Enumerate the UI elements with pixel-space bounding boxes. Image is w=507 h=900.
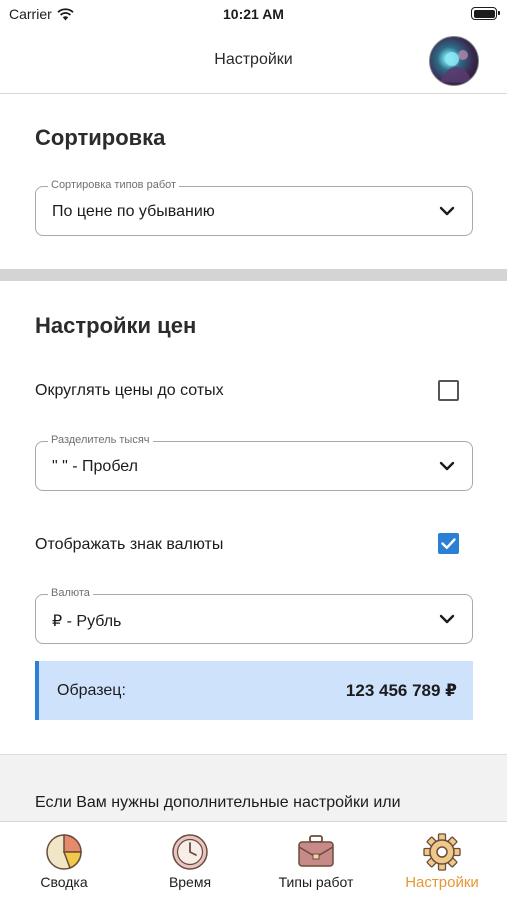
sorting-select[interactable]: Сортировка типов работ По цене по убыван…	[35, 179, 473, 236]
round-prices-checkbox[interactable]	[438, 380, 459, 401]
tab-work-types-label: Типы работ	[278, 874, 354, 890]
tab-settings-label: Настройки	[405, 874, 479, 891]
footer-hint-area: Если Вам нужны дополнительные настройки …	[0, 754, 507, 821]
price-sample-label: Образец:	[57, 682, 126, 699]
thousands-separator-select[interactable]: Разделитель тысяч " " - Пробел	[35, 434, 473, 491]
avatar-image	[440, 50, 472, 83]
status-bar: Carrier 10:21 AM	[0, 0, 507, 28]
chevron-down-icon	[439, 614, 455, 624]
thousands-separator-label: Разделитель тысяч	[48, 434, 153, 446]
tab-summary[interactable]: Сводка	[1, 822, 127, 900]
currency-select-value: ₽ - Рубль	[52, 613, 122, 630]
sorting-select-value: По цене по убыванию	[52, 203, 215, 220]
tab-bar: Сводка Время Типы работ Настройки	[0, 821, 507, 900]
sorting-select-label: Сортировка типов работ	[48, 179, 180, 191]
round-prices-label: Округлять цены до сотых	[35, 382, 224, 399]
tab-time-label: Время	[168, 874, 212, 890]
price-sample-value: 123 456 789 ₽	[345, 681, 457, 700]
clock-icon	[172, 834, 208, 870]
pie-chart-icon	[46, 834, 82, 870]
tab-time[interactable]: Время	[127, 822, 253, 900]
tab-settings[interactable]: Настройки	[379, 822, 505, 900]
currency-select-label: Валюта	[48, 587, 93, 599]
gear-icon	[423, 833, 461, 871]
status-time: 10:21 AM	[223, 6, 284, 22]
tab-work-types[interactable]: Типы работ	[253, 822, 379, 900]
navigation-bar: Настройки	[0, 28, 507, 94]
show-currency-checkbox[interactable]	[438, 533, 459, 554]
footer-hint-text: Если Вам нужны дополнительные настройки …	[35, 794, 401, 811]
battery-icon	[471, 7, 500, 20]
price-settings-section-title: Настройки цен	[35, 313, 197, 338]
show-currency-label: Отображать знак валюты	[35, 536, 224, 553]
section-divider	[0, 269, 507, 281]
price-sample-box: Образец: 123 456 789 ₽	[35, 661, 473, 720]
avatar[interactable]	[429, 36, 479, 86]
currency-select[interactable]: Валюта ₽ - Рубль	[35, 587, 473, 644]
chevron-down-icon	[439, 461, 455, 471]
chevron-down-icon	[439, 206, 455, 216]
settings-content[interactable]: Сортировка Сортировка типов работ По цен…	[0, 95, 507, 821]
briefcase-icon	[298, 835, 334, 867]
thousands-separator-value: " " - Пробел	[52, 458, 139, 475]
checkmark-icon	[441, 538, 456, 549]
sorting-section-title: Сортировка	[35, 125, 166, 150]
tab-summary-label: Сводка	[40, 874, 88, 890]
